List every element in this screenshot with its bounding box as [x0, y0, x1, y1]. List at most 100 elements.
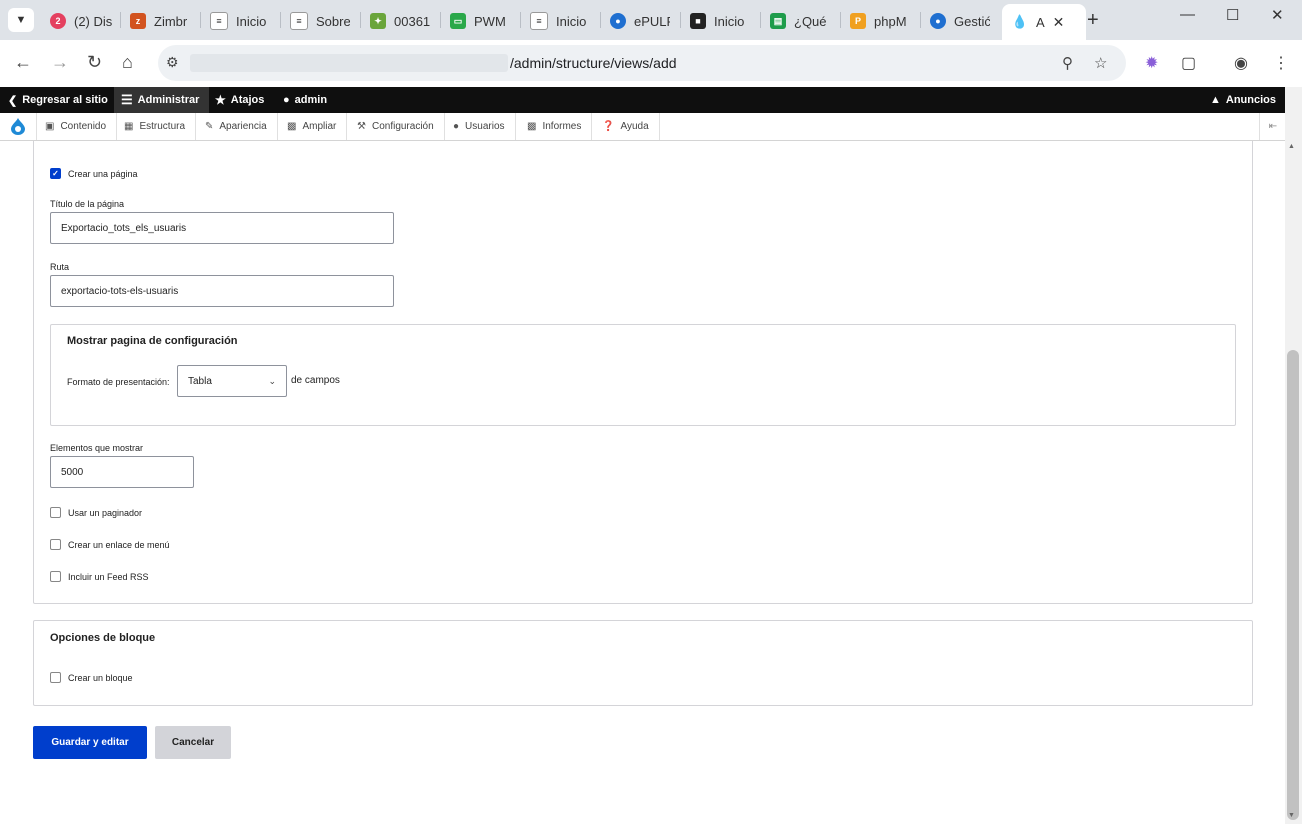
scroll-up-icon[interactable]: ▲ [1288, 143, 1295, 150]
zoom-icon[interactable]: ⚲ [1062, 54, 1073, 72]
kebab-menu-icon[interactable]: ⋮ [1273, 53, 1289, 73]
use-pager-checkbox[interactable]: Usar un paginador [50, 507, 142, 518]
browser-tab[interactable]: P phpM [850, 6, 912, 36]
tray-item-help[interactable]: ❓ Ayuda [594, 113, 660, 140]
cancel-button[interactable]: Cancelar [155, 726, 231, 759]
site-settings-icon[interactable]: ⚙ [166, 54, 179, 71]
browser-tab[interactable]: ▤ ¿Qué [770, 6, 830, 36]
tray-item-extend[interactable]: ▩ Ampliar [279, 113, 348, 140]
file-icon: ▣ [45, 121, 55, 132]
rss-feed-checkbox[interactable]: Incluir un Feed RSS [50, 571, 149, 582]
bell-icon: ▲ [1210, 94, 1221, 106]
tray-item-people[interactable]: ● Usuarios [445, 113, 516, 140]
display-settings-title: Mostrar pagina de configuración [67, 335, 238, 347]
extension-gear-icon[interactable]: ✹ [1145, 53, 1158, 73]
use-pager-label: Usar un paginador [68, 507, 143, 518]
browser-tab[interactable]: ● Gestić [930, 6, 990, 36]
bookmark-star-icon[interactable]: ☆ [1094, 54, 1107, 72]
create-page-checkbox[interactable]: ✓ Crear una página [50, 168, 138, 179]
browser-tab[interactable]: ≡ Inicio [530, 6, 590, 36]
site-icon: ≡ [530, 12, 548, 30]
site-icon: ■ [690, 13, 706, 29]
back-circle-icon: ❮ [8, 94, 18, 107]
back-arrow-icon[interactable]: ← [14, 52, 32, 73]
block-options-title: Opciones de bloque [50, 632, 156, 644]
scroll-down-icon[interactable]: ▼ [1288, 812, 1295, 819]
back-to-site-link[interactable]: ❮ Regresar al sitio [8, 87, 108, 113]
minimize-button[interactable]: — [1180, 6, 1195, 23]
help-icon: ❓ [602, 121, 615, 132]
home-icon[interactable]: ⌂ [122, 52, 133, 73]
tab-title: Sobre [316, 13, 350, 29]
display-format-value: Tabla [188, 375, 212, 387]
tray-item-appearance[interactable]: ✎ Apariencia [197, 113, 278, 140]
tray-item-label: Ayuda [620, 121, 649, 132]
browser-tab[interactable]: ≡ Inicio [210, 6, 270, 36]
display-format-select[interactable]: Tabla ⌄ [177, 365, 287, 397]
browser-tab[interactable]: 2 (2) Dis [50, 6, 112, 36]
browser-tab[interactable]: ● ePULF [610, 6, 670, 36]
path-input[interactable]: exportacio-tots-els-usuaris [50, 275, 394, 307]
tray-item-label: Apariencia [219, 121, 267, 132]
drupal-icon: ● [930, 13, 946, 29]
sheets-icon: ▤ [770, 13, 786, 29]
announcements-tab[interactable]: ▲ Anuncios [1210, 87, 1276, 113]
tab-title: PWM [474, 13, 506, 29]
browser-tab[interactable]: ■ Inicio [690, 6, 750, 36]
maximize-button[interactable]: ☐ [1226, 6, 1239, 24]
browser-tab[interactable]: ✦ 00361 [370, 6, 430, 36]
tab-search-button[interactable]: ▼ [8, 8, 34, 32]
checkbox-box[interactable] [50, 571, 61, 582]
create-page-label: Crear una página [68, 168, 138, 179]
tab-title: ePULF [634, 13, 670, 29]
save-and-edit-button[interactable]: Guardar y editar [33, 726, 147, 759]
checkmark-icon[interactable]: ✓ [50, 168, 61, 179]
browser-tab-active[interactable]: 💧 A ✕ [1002, 4, 1086, 40]
reload-icon[interactable]: ↻ [87, 52, 102, 73]
scrollbar-thumb[interactable] [1287, 350, 1299, 820]
browser-tab[interactable]: ▭ PWM [450, 6, 510, 36]
shortcuts-tab[interactable]: ★ Atajos [215, 87, 264, 113]
tab-title: Inicio [714, 13, 745, 29]
tab-title: Zimbr [154, 13, 188, 29]
checkbox-box[interactable] [50, 507, 61, 518]
items-input[interactable]: 5000 [50, 456, 194, 488]
menu-link-checkbox[interactable]: Crear un enlace de menú [50, 539, 170, 550]
discord-icon: 2 [50, 13, 66, 29]
announcements-label: Anuncios [1225, 94, 1277, 106]
user-tab[interactable]: ● admin [283, 87, 327, 113]
profile-icon[interactable]: ◉ [1234, 53, 1248, 73]
brush-icon: ✎ [205, 121, 214, 132]
browser-tab[interactable]: ≡ Sobre [290, 6, 350, 36]
tray-item-configuration[interactable]: ⚒ Configuración [349, 113, 445, 140]
chevron-down-icon: ▼ [15, 14, 27, 26]
page-title-input[interactable]: Exportacio_tots_els_usuaris [50, 212, 394, 244]
user-label: admin [294, 94, 328, 106]
checkbox-box[interactable] [50, 539, 61, 550]
menu-link-label: Crear un enlace de menú [68, 539, 170, 550]
tray-item-label: Informes [542, 121, 582, 132]
people-icon: ● [453, 121, 460, 132]
forward-arrow-icon[interactable]: → [51, 52, 69, 73]
tray-item-structure[interactable]: ▦ Estructura [116, 113, 197, 140]
pwm-icon: ▭ [450, 13, 466, 29]
redacted-domain [190, 54, 508, 72]
create-block-checkbox[interactable]: Crear un bloque [50, 672, 133, 683]
extensions-puzzle-icon[interactable]: ▢ [1181, 53, 1196, 73]
zimbra-icon: z [130, 13, 146, 29]
browser-tab[interactable]: z Zimbr [130, 6, 190, 36]
close-window-button[interactable]: ✕ [1271, 6, 1284, 24]
new-tab-button[interactable]: + [1087, 9, 1099, 32]
tray-item-label: Usuarios [465, 121, 505, 132]
close-icon[interactable]: ✕ [1053, 14, 1065, 31]
tab-title: Inicio [556, 13, 587, 29]
drupal-logo-icon[interactable] [0, 113, 37, 140]
tray-item-content[interactable]: ▣ Contenido [37, 113, 118, 140]
display-settings-box: Mostrar pagina de configuración Formato … [50, 324, 1236, 426]
tray-orientation-toggle[interactable]: ⇤ [1259, 113, 1286, 140]
tray-item-reports[interactable]: ▩ Informes [519, 113, 593, 140]
address-bar[interactable]: ⚙ /admin/structure/views/add ⚲ ☆ [158, 45, 1126, 81]
checkbox-box[interactable] [50, 672, 61, 683]
manage-tab[interactable]: ☰ Administrar [114, 87, 210, 113]
shortcuts-label: Atajos [230, 94, 265, 106]
